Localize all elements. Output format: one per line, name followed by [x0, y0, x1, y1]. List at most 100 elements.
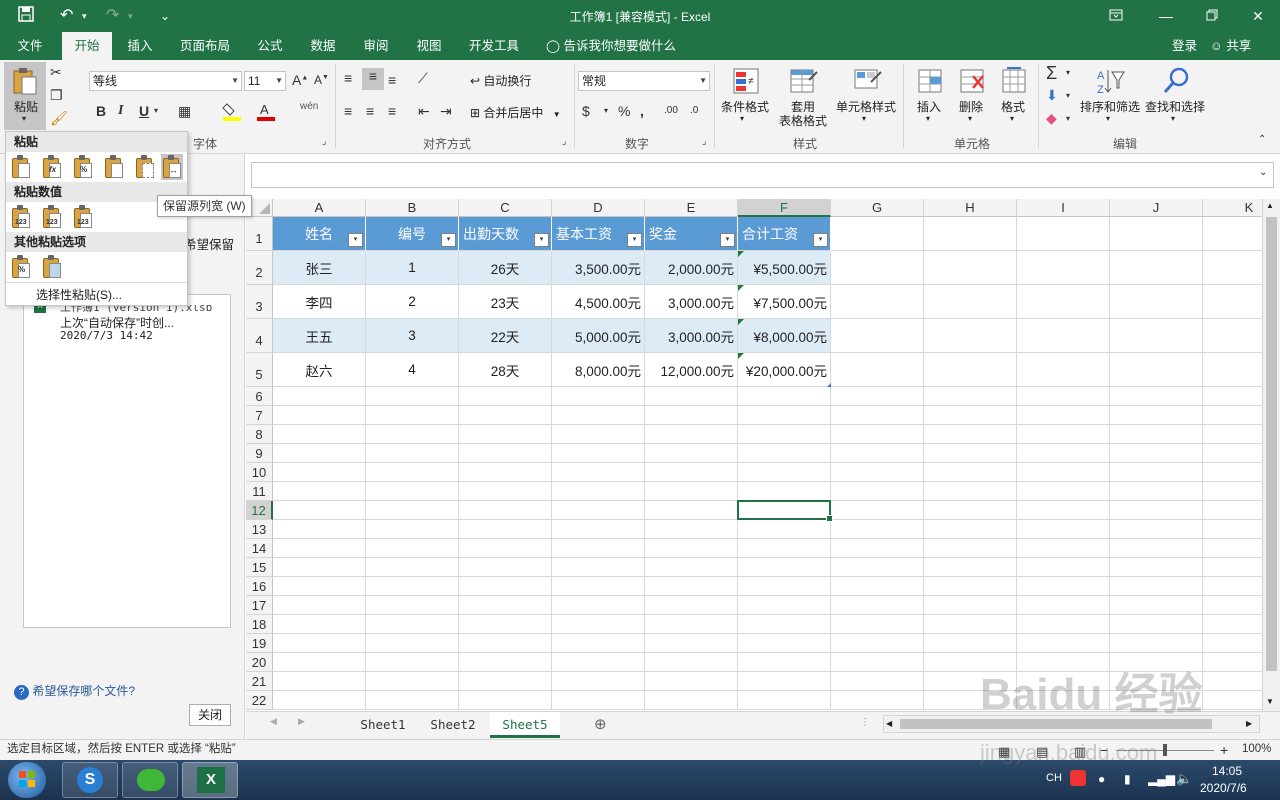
- empty-cell[interactable]: [1110, 558, 1203, 577]
- row-header[interactable]: 11: [246, 482, 273, 501]
- cut-icon[interactable]: ✂: [50, 64, 62, 81]
- empty-cell[interactable]: [738, 539, 831, 558]
- empty-cell[interactable]: [552, 501, 645, 520]
- row-header[interactable]: 12: [246, 501, 273, 520]
- font-color-icon[interactable]: A: [256, 101, 276, 124]
- shrink-font-icon[interactable]: A▼: [314, 73, 329, 87]
- autosum-icon[interactable]: Σ: [1046, 63, 1057, 84]
- table-cell[interactable]: 5,000.00元: [552, 319, 645, 353]
- empty-cell[interactable]: [1017, 217, 1110, 251]
- empty-cell[interactable]: [273, 634, 366, 653]
- dialog-launcher-icon[interactable]: ⌟: [562, 136, 566, 147]
- wechat-tray-icon[interactable]: ●: [1098, 772, 1105, 786]
- empty-cell[interactable]: [273, 406, 366, 425]
- empty-cell[interactable]: [1203, 539, 1262, 558]
- empty-cell[interactable]: [1203, 615, 1262, 634]
- empty-cell[interactable]: [1110, 482, 1203, 501]
- empty-cell[interactable]: [831, 217, 924, 251]
- filter-dropdown-icon[interactable]: ▾: [348, 233, 363, 247]
- empty-cell[interactable]: [645, 520, 738, 539]
- empty-cell[interactable]: [1203, 577, 1262, 596]
- sort-filter-button[interactable]: AZ 排序和筛选 ▾: [1080, 64, 1140, 128]
- scroll-down-icon[interactable]: ▼: [1266, 697, 1274, 706]
- sheet-tab[interactable]: Sheet1: [348, 712, 418, 738]
- zoom-in-icon[interactable]: +: [1220, 741, 1228, 760]
- empty-cell[interactable]: [552, 539, 645, 558]
- empty-cell[interactable]: [459, 615, 552, 634]
- paste-picture-icon[interactable]: [41, 254, 63, 280]
- empty-cell[interactable]: [924, 353, 1017, 387]
- tab-review[interactable]: 审阅: [354, 32, 398, 60]
- delete-cells-button[interactable]: 删除 ▾: [950, 64, 992, 128]
- empty-cell[interactable]: [366, 558, 459, 577]
- start-button[interactable]: [8, 762, 46, 798]
- empty-cell[interactable]: [552, 425, 645, 444]
- tab-home[interactable]: 开始: [62, 32, 112, 60]
- input-language[interactable]: CH: [1046, 772, 1062, 784]
- empty-cell[interactable]: [366, 520, 459, 539]
- empty-cell[interactable]: [1110, 634, 1203, 653]
- empty-cell[interactable]: [273, 539, 366, 558]
- empty-cell[interactable]: [831, 539, 924, 558]
- row-header[interactable]: 18: [246, 615, 273, 634]
- empty-cell[interactable]: [273, 653, 366, 672]
- table-cell[interactable]: 2: [366, 285, 459, 319]
- empty-cell[interactable]: [273, 501, 366, 520]
- decrease-decimal-icon[interactable]: .0: [690, 105, 698, 116]
- row-header[interactable]: 8: [246, 425, 273, 444]
- empty-cell[interactable]: [552, 672, 645, 691]
- empty-cell[interactable]: [1110, 217, 1203, 251]
- empty-cell[interactable]: [831, 634, 924, 653]
- empty-cell[interactable]: [831, 501, 924, 520]
- scrollbar-thumb[interactable]: [1266, 217, 1277, 671]
- empty-cell[interactable]: [459, 406, 552, 425]
- align-bottom-icon[interactable]: ≡: [388, 72, 396, 88]
- empty-cell[interactable]: [366, 672, 459, 691]
- empty-cell[interactable]: [552, 444, 645, 463]
- empty-cell[interactable]: [459, 444, 552, 463]
- row-header[interactable]: 1: [246, 217, 273, 251]
- empty-cell[interactable]: [552, 615, 645, 634]
- empty-cell[interactable]: [924, 444, 1017, 463]
- add-sheet-icon[interactable]: ⊕: [594, 715, 607, 733]
- empty-cell[interactable]: [459, 596, 552, 615]
- row-header[interactable]: 17: [246, 596, 273, 615]
- empty-cell[interactable]: [831, 387, 924, 406]
- number-format-combo[interactable]: 常规 ▼: [578, 71, 710, 91]
- empty-cell[interactable]: [1110, 596, 1203, 615]
- minimize-icon[interactable]: —: [1146, 4, 1186, 28]
- empty-cell[interactable]: [831, 653, 924, 672]
- collapse-ribbon-icon[interactable]: ⌃: [1258, 134, 1266, 145]
- table-cell[interactable]: ¥8,000.00元: [738, 319, 831, 353]
- column-header[interactable]: K: [1203, 199, 1262, 217]
- empty-cell[interactable]: [924, 319, 1017, 353]
- table-cell[interactable]: 3,500.00元: [552, 251, 645, 285]
- vertical-scrollbar[interactable]: ▲ ▼: [1262, 199, 1280, 711]
- empty-cell[interactable]: [1017, 406, 1110, 425]
- row-header[interactable]: 21: [246, 672, 273, 691]
- column-header[interactable]: H: [924, 199, 1017, 217]
- row-header[interactable]: 3: [246, 285, 273, 319]
- row-header[interactable]: 5: [246, 353, 273, 387]
- paste-no-borders-icon[interactable]: [134, 154, 156, 180]
- empty-cell[interactable]: [831, 406, 924, 425]
- empty-cell[interactable]: [366, 501, 459, 520]
- login-link[interactable]: 登录: [1172, 32, 1197, 60]
- empty-cell[interactable]: [459, 558, 552, 577]
- empty-cell[interactable]: [1110, 615, 1203, 634]
- empty-cell[interactable]: [273, 425, 366, 444]
- borders-icon[interactable]: ▦: [178, 103, 191, 120]
- format-painter-icon[interactable]: 🖌: [50, 110, 68, 127]
- empty-cell[interactable]: [1110, 444, 1203, 463]
- empty-cell[interactable]: [924, 217, 1017, 251]
- empty-cell[interactable]: [273, 596, 366, 615]
- empty-cell[interactable]: [1110, 577, 1203, 596]
- empty-cell[interactable]: [924, 482, 1017, 501]
- table-cell[interactable]: ¥5,500.00元: [738, 251, 831, 285]
- table-header-cell[interactable]: 编号 ▾: [366, 217, 459, 251]
- volume-icon[interactable]: 🔈: [1176, 771, 1192, 787]
- empty-cell[interactable]: [1017, 425, 1110, 444]
- empty-cell[interactable]: [552, 653, 645, 672]
- empty-cell[interactable]: [273, 387, 366, 406]
- column-header[interactable]: D: [552, 199, 645, 217]
